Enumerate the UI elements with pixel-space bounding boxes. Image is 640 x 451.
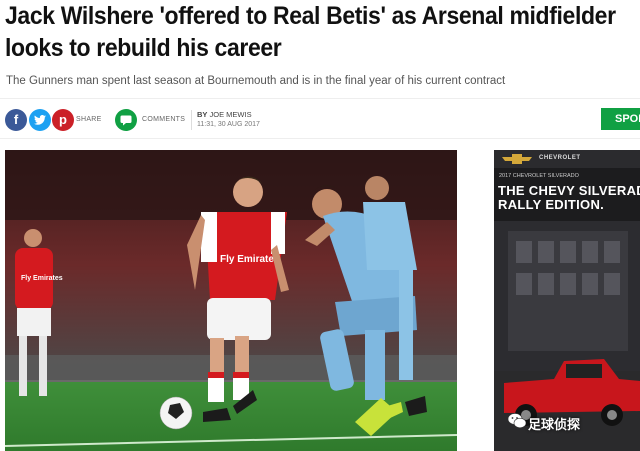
comment-icon	[120, 115, 132, 126]
wechat-icon	[508, 413, 526, 429]
sport-nav-button[interactable]: SPOR	[601, 108, 640, 130]
ad-header-bar: CHEVROLET	[494, 150, 640, 168]
pinterest-share-button[interactable]: p	[52, 109, 74, 131]
football	[159, 396, 193, 430]
twitter-icon	[34, 115, 46, 128]
ad-brand: CHEVROLET	[539, 155, 581, 161]
chevrolet-advertisement[interactable]: CHEVROLET 2017 CHEVROLET SILVERADO THE C…	[494, 150, 640, 451]
byline: BY JOE MEWIS 11:31, 30 AUG 2017	[197, 110, 260, 130]
headline-line-1: Jack Wilshere 'offered to Real Betis' as…	[5, 2, 616, 30]
share-bar: f p SHARE COMMENTS BY JOE MEWIS 11:31, 3…	[5, 108, 640, 134]
comments-label[interactable]: COMMENTS	[142, 116, 185, 123]
facebook-share-button[interactable]: f	[5, 109, 27, 131]
ad-small-text: 2017 CHEVROLET SILVERADO	[499, 173, 579, 179]
ad-headline: THE CHEVY SILVERAD RALLY EDITION.	[498, 184, 640, 212]
separator	[191, 110, 192, 130]
ad-headline-line-2: RALLY EDITION.	[498, 197, 605, 212]
article-hero-image: Fly Emirates Fly Emirates	[5, 150, 457, 451]
chevrolet-bowtie-icon	[502, 154, 532, 164]
byline-author[interactable]: JOE MEWIS	[210, 110, 252, 119]
article-standfirst: The Gunners man spent last season at Bou…	[6, 75, 506, 87]
byline-prefix: BY	[197, 110, 208, 119]
article-headline: Jack Wilshere 'offered to Real Betis' as…	[5, 0, 616, 64]
divider	[0, 98, 640, 99]
comments-button[interactable]	[115, 109, 137, 131]
player-left-shirt-text: Fly Emirates	[21, 275, 63, 282]
byline-timestamp: 11:31, 30 AUG 2017	[197, 121, 260, 128]
facebook-icon: f	[13, 112, 19, 127]
player-front-shirt-text: Fly Emirates	[220, 254, 280, 265]
headline-line-2: looks to rebuild his career	[5, 34, 282, 62]
divider	[0, 138, 640, 139]
share-label: SHARE	[76, 116, 102, 123]
pinterest-icon: p	[59, 112, 67, 127]
ad-headline-line-1: THE CHEVY SILVERAD	[498, 183, 640, 198]
watermark-text: 足球侦探	[528, 417, 581, 432]
twitter-share-button[interactable]	[29, 109, 51, 131]
